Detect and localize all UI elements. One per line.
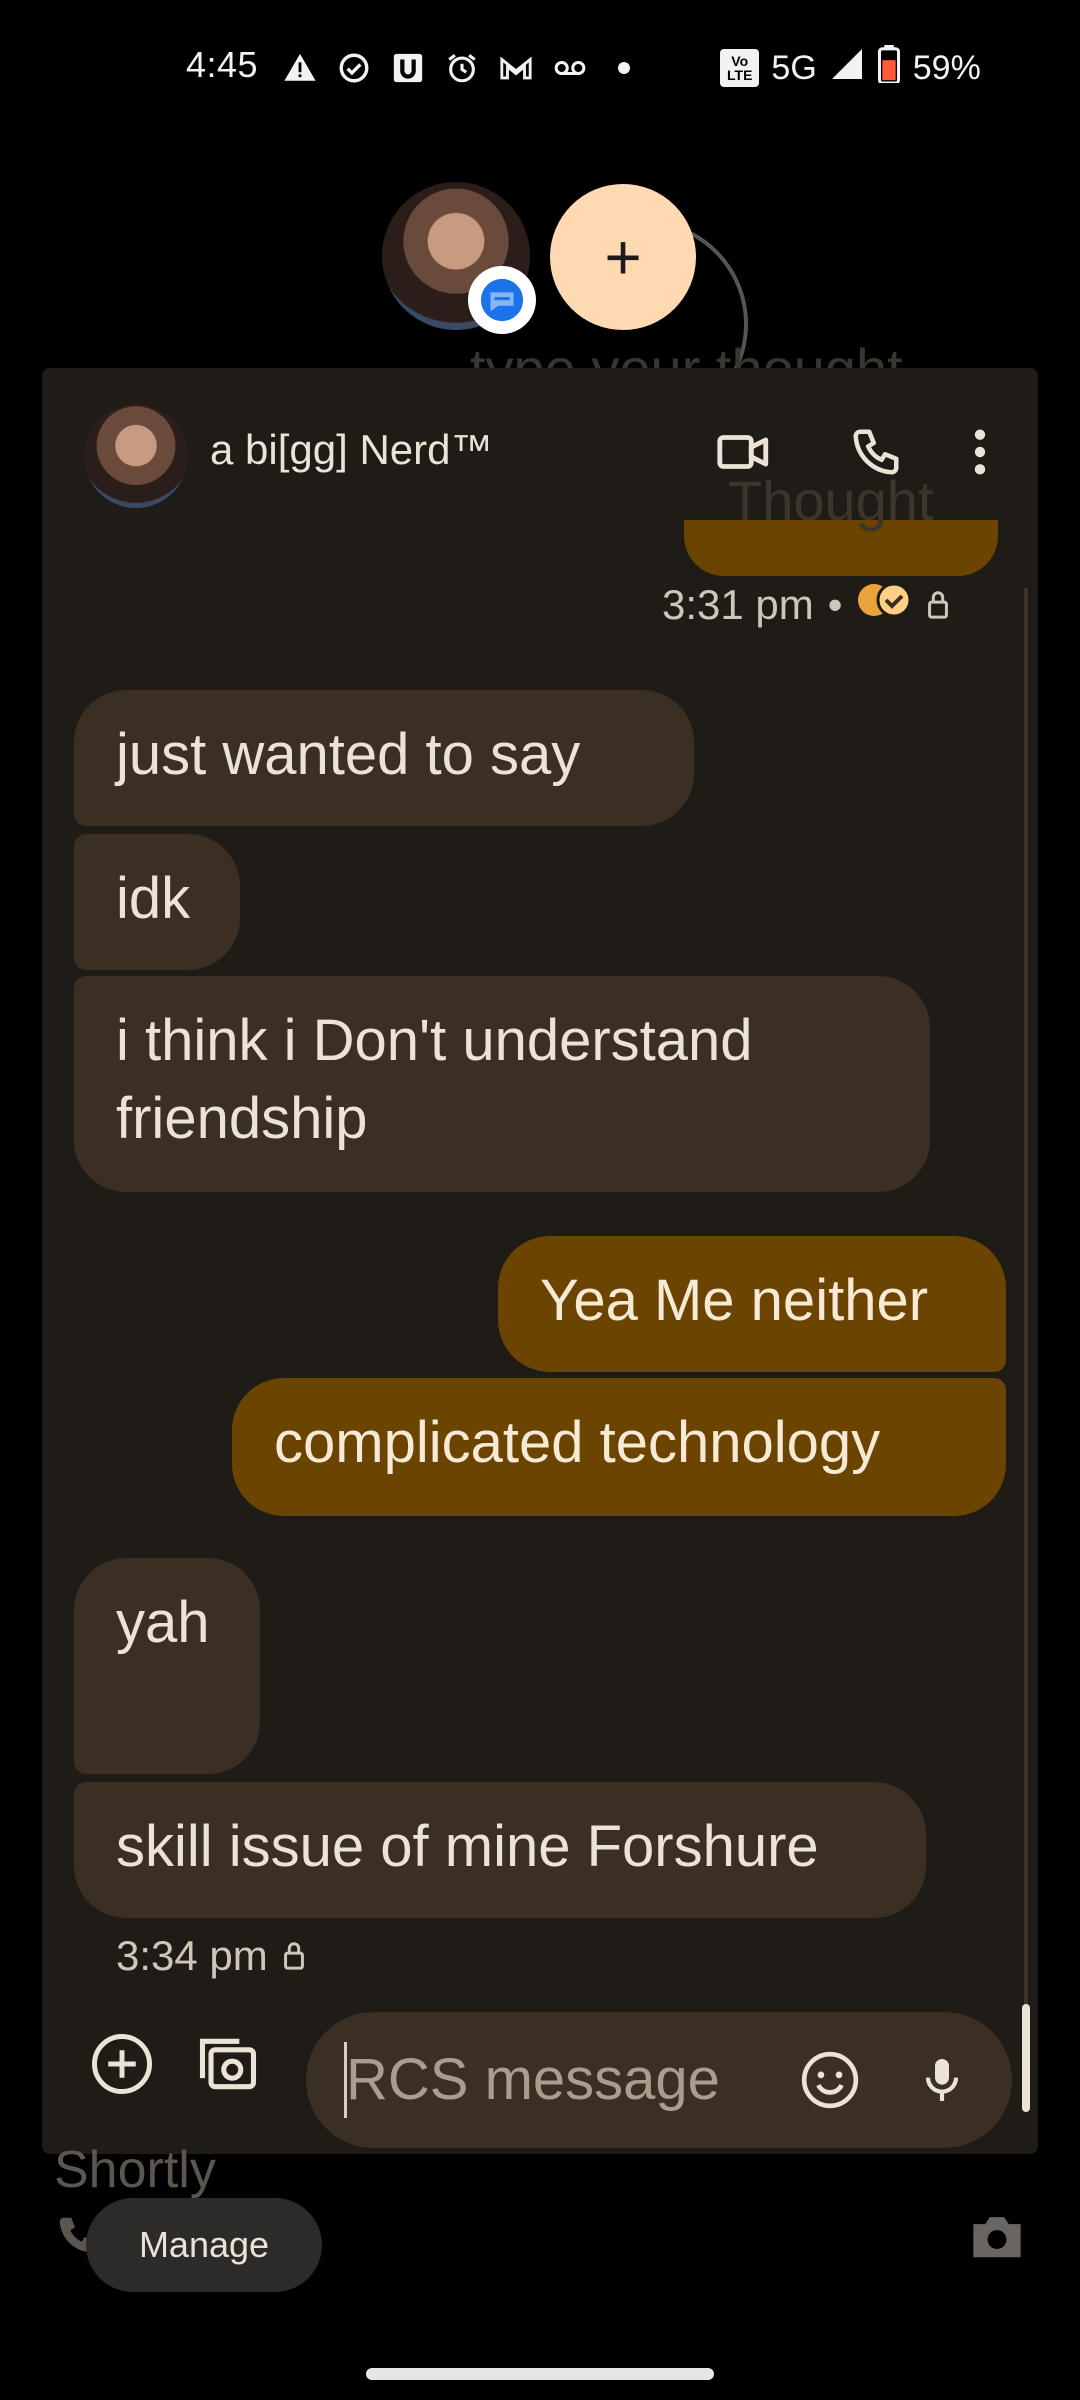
status-bar: 4:45 Vo LTE 5G 59% <box>0 0 1080 140</box>
rcs-message-placeholder: RCS message <box>346 2047 720 2112</box>
manage-button[interactable]: Manage <box>86 2198 322 2292</box>
ghost-thought-text: Thought <box>728 469 934 532</box>
scrollbar-thumb[interactable] <box>1022 2004 1030 2112</box>
battery-percent: 59% <box>912 48 981 87</box>
u-app-icon <box>388 48 428 88</box>
gallery-camera-icon[interactable] <box>192 2028 264 2100</box>
gmail-icon <box>496 48 536 88</box>
contact-avatar[interactable] <box>84 404 188 508</box>
gesture-home-bar[interactable] <box>366 2368 714 2380</box>
more-notifications-dot-icon <box>604 48 644 88</box>
incoming-message[interactable]: idk <box>74 834 240 970</box>
scrollbar-track <box>1024 588 1028 2088</box>
encrypted-lock-icon <box>926 581 950 629</box>
incoming-message[interactable]: i think i Don't understand friendship <box>74 976 930 1192</box>
battery-icon <box>877 44 901 92</box>
emoji-icon[interactable] <box>794 2044 866 2116</box>
encrypted-lock-icon <box>282 1932 306 1980</box>
meta-separator: • <box>827 581 843 628</box>
volte-icon: Vo LTE <box>720 49 760 87</box>
incoming-message[interactable]: skill issue of mine Forshure <box>74 1782 926 1918</box>
microphone-icon[interactable] <box>906 2044 978 2116</box>
add-attachment-icon[interactable] <box>86 2028 158 2100</box>
new-bubble-plus-button[interactable]: + <box>550 184 696 330</box>
incoming-message[interactable]: yah <box>74 1558 260 1774</box>
last-message-time: 3:34 pm <box>116 1932 268 1979</box>
more-options-icon[interactable] <box>946 418 1014 486</box>
voicemail-icon <box>550 48 590 88</box>
check-circle-icon <box>334 48 374 88</box>
outgoing-message[interactable]: complicated technology <box>232 1378 1006 1516</box>
alarm-icon <box>442 48 482 88</box>
warning-icon <box>280 48 320 88</box>
contact-name[interactable]: a bi[gg] Nerd™ <box>210 426 492 474</box>
message-composer: RCS message <box>42 1988 1038 2148</box>
sent-time: 3:31 pm <box>662 581 814 628</box>
network-type: 5G <box>771 48 817 87</box>
camera-icon <box>968 2210 1026 2267</box>
read-receipt-icon <box>856 580 912 630</box>
incoming-message[interactable]: just wanted to say <box>74 690 694 826</box>
outgoing-message[interactable]: Yea Me neither <box>498 1236 1006 1372</box>
chat-window: a bi[gg] Nerd™ Thought 3:31 pm • just wa… <box>42 368 1038 2154</box>
messages-app-badge-icon <box>468 266 536 334</box>
status-system-icons: Vo LTE 5G 59% <box>720 44 981 92</box>
sent-message-meta: 3:31 pm • <box>662 580 950 630</box>
signal-icon <box>829 46 865 91</box>
background-ghost-text: Shortly <box>54 2141 216 2199</box>
status-notification-icons <box>280 44 644 92</box>
status-time: 4:45 <box>186 44 259 85</box>
last-message-meta: 3:34 pm <box>116 1930 306 1982</box>
rcs-message-input[interactable]: RCS message <box>306 2012 1012 2148</box>
